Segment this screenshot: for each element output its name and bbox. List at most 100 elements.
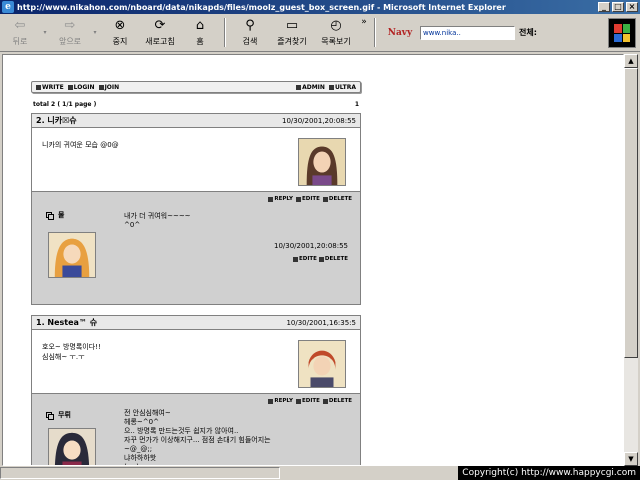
edit-link[interactable]: EDITE	[296, 196, 320, 202]
browser-window: e http://www.nikahon.com/nboard/data/nik…	[0, 0, 640, 480]
bullet-icon	[268, 398, 274, 404]
stop-label: 중지	[112, 37, 128, 46]
reply-delete-link[interactable]: DELETE	[318, 256, 348, 262]
reply-icon	[46, 212, 54, 220]
reply-edit-link[interactable]: EDITE	[293, 256, 317, 262]
back-dropdown[interactable]: ▾	[40, 14, 50, 51]
bullet-icon	[322, 196, 328, 202]
bullet-icon	[318, 256, 324, 262]
scroll-up-button[interactable]: ▲	[624, 54, 638, 68]
bullet-icon	[268, 196, 274, 202]
stop-button[interactable]: ⊗ 중지	[100, 14, 140, 51]
login-link[interactable]: LOGIN	[67, 84, 95, 91]
edit-link[interactable]: EDITE	[296, 398, 320, 404]
back-label: 뒤로	[12, 37, 28, 46]
forward-button[interactable]: ⇨ 앞으로	[50, 14, 90, 51]
post-date: 10/30/2001,20:08:55	[281, 116, 356, 125]
post-author: 1. Nestea™ 슈	[36, 318, 98, 327]
history-icon: ◴	[330, 18, 342, 33]
scroll-thumb[interactable]	[624, 68, 638, 358]
title-bar: e http://www.nikahon.com/nboard/data/nik…	[0, 0, 640, 14]
back-button[interactable]: ⇦ 뒤로	[0, 14, 40, 51]
post-actions: REPLY EDITE DELETE	[268, 196, 352, 202]
search-button[interactable]: ⚲ 검색	[230, 14, 270, 51]
bullet-icon	[328, 84, 334, 90]
bullet-icon	[296, 196, 302, 202]
search-label: 검색	[242, 37, 258, 46]
address-field[interactable]: www.nika..	[420, 26, 515, 40]
favorites-button[interactable]: ▭ 즐겨찾기	[270, 14, 314, 51]
copyright-text: Copyright(c) http://www.happycgi.com	[458, 466, 640, 480]
post-entry: 1. Nestea™ 슈 10/30/2001,16:35:5 호오~ 방명록이…	[31, 315, 361, 465]
windows-logo-icon	[608, 18, 636, 48]
forward-arrow-icon: ⇨	[64, 18, 76, 33]
reply-avatar	[48, 428, 96, 465]
bullet-icon	[322, 398, 328, 404]
close-button[interactable]: ×	[626, 2, 638, 12]
ie-icon: e	[2, 1, 14, 13]
post-message: 호오~ 방명록이다!! 심심해~ ㅜ.ㅜ	[42, 343, 101, 361]
all-label: 전체:	[519, 28, 537, 37]
triangle-up-icon: ▲	[628, 57, 634, 65]
total-count: total 2 ( 1/1 page )	[33, 101, 97, 108]
chevron-down-icon: ▾	[93, 29, 97, 36]
reply-author-name: 무뤼	[58, 411, 71, 419]
toolbar-separator	[374, 18, 376, 47]
maximize-button[interactable]: □	[612, 2, 624, 12]
board-links-left: WRITE LOGIN JOIN	[36, 84, 119, 91]
write-link[interactable]: WRITE	[36, 84, 64, 91]
window-controls: _ □ ×	[598, 2, 638, 12]
minimize-button[interactable]: _	[598, 2, 610, 12]
post-entry: 2. 니카☒슈 10/30/2001,20:08:55 니카의 귀여운 모습 @…	[31, 113, 361, 305]
delete-link[interactable]: DELETE	[322, 398, 352, 404]
reply-date: 10/30/2001,20:08:55	[273, 242, 348, 250]
search-icon: ⚲	[245, 18, 255, 33]
bullet-icon	[36, 84, 41, 90]
board-top-bar: WRITE LOGIN JOIN ADMIN ULTRA	[31, 81, 361, 93]
post-body: 니카의 귀여운 모습 @0@	[32, 128, 360, 192]
author-avatar	[298, 340, 346, 388]
guestbook-board: WRITE LOGIN JOIN ADMIN ULTRA total 2 ( 1…	[31, 81, 361, 465]
post-body: 호오~ 방명록이다!! 심심해~ ㅜ.ㅜ	[32, 330, 360, 394]
toolbar-more-chevron[interactable]: »	[358, 14, 370, 51]
home-label: 홈	[196, 37, 204, 46]
reply-link[interactable]: REPLY	[268, 398, 293, 404]
admin-link[interactable]: ADMIN	[296, 84, 325, 91]
page-number[interactable]: 1	[355, 101, 359, 111]
bullet-icon	[296, 398, 302, 404]
bullet-icon	[67, 84, 73, 90]
status-text-cell	[0, 467, 280, 479]
reply-section: REPLY EDITE DELETE 무뤼 전 안심심해여~ 헤롱~^0^ 으.…	[32, 394, 360, 465]
home-button[interactable]: ⌂ 홈	[180, 14, 220, 51]
chevron-down-icon: ▾	[43, 29, 47, 36]
refresh-button[interactable]: ⟳ 새로고침	[140, 14, 180, 51]
post-author: 2. 니카☒슈	[36, 116, 77, 125]
delete-link[interactable]: DELETE	[322, 196, 352, 202]
author-avatar	[298, 138, 346, 186]
refresh-icon: ⟳	[154, 18, 166, 33]
bullet-icon	[98, 84, 104, 90]
triangle-down-icon: ▼	[628, 455, 634, 463]
stop-icon: ⊗	[114, 18, 126, 33]
reply-icon	[46, 412, 54, 420]
forward-label: 앞으로	[58, 37, 82, 46]
favorites-label: 즐겨찾기	[277, 37, 307, 46]
post-header: 1. Nestea™ 슈 10/30/2001,16:35:5	[32, 316, 360, 330]
join-link[interactable]: JOIN	[98, 84, 119, 91]
history-button[interactable]: ◴ 목록보기	[314, 14, 358, 51]
ultra-link[interactable]: ULTRA	[328, 84, 356, 91]
post-actions: REPLY EDITE DELETE	[268, 398, 352, 404]
vertical-scrollbar[interactable]: ▲ ▼	[624, 54, 638, 466]
forward-dropdown[interactable]: ▾	[90, 14, 100, 51]
reply-link[interactable]: REPLY	[268, 196, 293, 202]
reply-avatar	[48, 232, 96, 278]
bullet-icon	[293, 256, 299, 262]
toolbar-separator	[224, 18, 226, 47]
post-date: 10/30/2001,16:35:5	[286, 318, 356, 327]
reply-actions: EDITE DELETE	[293, 256, 348, 262]
back-arrow-icon: ⇦	[14, 18, 26, 33]
scroll-down-button[interactable]: ▼	[624, 452, 638, 466]
reply-author: 물	[46, 210, 64, 220]
reply-section: REPLY EDITE DELETE 물 내가 더 귀여워~~~~ ^0^ 10…	[32, 192, 360, 304]
window-title: http://www.nikahon.com/nboard/data/nikap…	[17, 2, 506, 12]
